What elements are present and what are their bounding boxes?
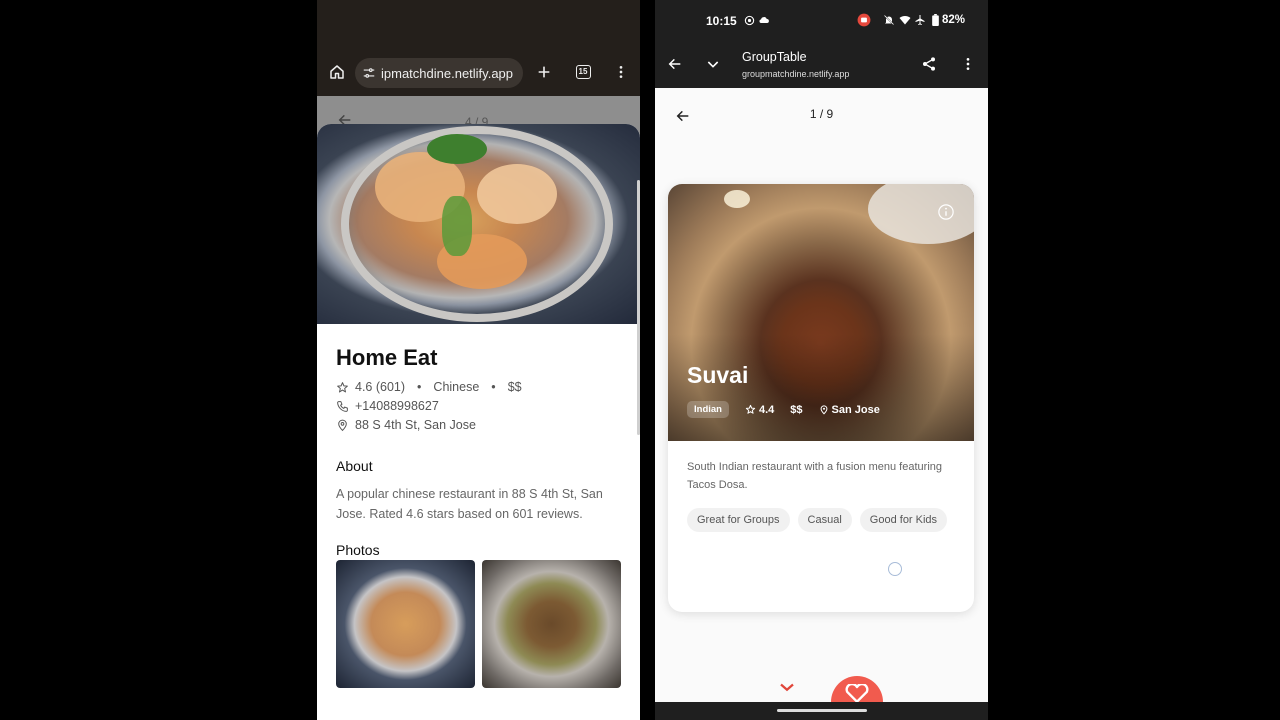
card-counter: 1 / 9 bbox=[809, 107, 834, 121]
photo-thumbnail[interactable] bbox=[336, 560, 475, 688]
loading-spinner bbox=[888, 562, 902, 576]
cuisine-text: Chinese bbox=[433, 380, 480, 394]
scrollbar[interactable] bbox=[637, 180, 640, 435]
about-text: A popular chinese restaurant in 88 S 4th… bbox=[336, 487, 603, 521]
star-icon bbox=[745, 404, 756, 414]
clock: 10:15 bbox=[706, 14, 737, 28]
gesture-handle[interactable] bbox=[777, 709, 867, 712]
phone-text[interactable]: +14088998627 bbox=[355, 399, 439, 413]
restaurant-hero-image bbox=[317, 124, 640, 324]
location-pin-icon bbox=[336, 419, 349, 432]
address-bar-url: ipmatchdine.netlify.app bbox=[381, 65, 514, 81]
card-rating: 4.4 bbox=[745, 404, 774, 416]
close-icon bbox=[780, 683, 794, 692]
rating-text: 4.6 (601) bbox=[355, 380, 406, 394]
screen-record-icon bbox=[857, 13, 871, 27]
tag-chip: Casual bbox=[797, 508, 852, 532]
rating-row: 4.6 (601) • Chinese • $$ bbox=[336, 380, 626, 394]
photo-thumbnail[interactable] bbox=[482, 560, 621, 688]
left-phone-screen: ipmatchdine.netlify.app 15 4 / 9 Home Ea… bbox=[317, 0, 640, 720]
swipe-page: 1 / 9 Suvai Indian 4.4 $$ San Jose South… bbox=[655, 88, 988, 720]
left-browser-toolbar: ipmatchdine.netlify.app 15 bbox=[317, 48, 640, 96]
address-text[interactable]: 88 S 4th St, San Jose bbox=[355, 418, 476, 432]
share-icon[interactable] bbox=[919, 54, 939, 74]
plus-icon[interactable] bbox=[532, 60, 556, 84]
arrow-back-icon[interactable] bbox=[665, 54, 685, 74]
card-location-text: San Jose bbox=[831, 403, 880, 416]
mute-icon bbox=[883, 14, 895, 26]
restaurant-card[interactable]: Suvai Indian 4.4 $$ San Jose South India… bbox=[668, 184, 974, 612]
address-bar[interactable]: ipmatchdine.netlify.app bbox=[355, 58, 523, 88]
card-description: South Indian restaurant with a fusion me… bbox=[687, 461, 942, 491]
price-text: $$ bbox=[507, 380, 522, 394]
home-icon[interactable] bbox=[325, 60, 349, 84]
app-url: groupmatchdine.netlify.app bbox=[742, 69, 850, 79]
airplane-icon bbox=[914, 14, 926, 26]
tab-switcher-icon[interactable]: 15 bbox=[571, 60, 595, 84]
battery-percent: 82% bbox=[942, 14, 966, 26]
tab-count: 15 bbox=[575, 65, 591, 79]
tag-chip: Great for Groups bbox=[687, 508, 790, 532]
info-icon[interactable] bbox=[937, 203, 955, 221]
right-status-bar: 10:15 82% bbox=[655, 0, 988, 42]
separator-dot: • bbox=[417, 380, 422, 394]
star-icon bbox=[336, 381, 349, 394]
tag-list: Great for Groups Casual Good for Kids bbox=[687, 508, 948, 532]
more-vert-icon[interactable] bbox=[958, 54, 978, 74]
custom-tab-toolbar: GroupTable groupmatchdine.netlify.app bbox=[655, 42, 988, 88]
about-heading: About bbox=[336, 458, 373, 474]
tag-chip: Good for Kids bbox=[859, 508, 948, 532]
left-status-bar bbox=[317, 0, 640, 48]
card-restaurant-name: Suvai bbox=[687, 362, 749, 388]
card-rating-text: 4.4 bbox=[758, 403, 775, 416]
tune-icon[interactable] bbox=[361, 65, 377, 81]
photos-gallery bbox=[336, 560, 626, 688]
phone-row[interactable]: +14088998627 bbox=[336, 399, 626, 413]
cloud-icon bbox=[758, 14, 770, 26]
card-meta-row: Indian 4.4 $$ San Jose bbox=[687, 401, 880, 418]
cuisine-chip: Indian bbox=[687, 401, 729, 418]
right-phone-screen: 10:15 82% GroupTable groupmatchdine.netl… bbox=[655, 0, 988, 720]
address-row[interactable]: 88 S 4th St, San Jose bbox=[336, 418, 626, 432]
chevron-down-icon[interactable] bbox=[703, 54, 723, 74]
navigation-bar bbox=[655, 702, 988, 720]
restaurant-info: Home Eat 4.6 (601) • Chinese • $$ +14088… bbox=[336, 344, 626, 688]
phone-icon bbox=[336, 400, 349, 413]
card-price: $$ bbox=[790, 403, 803, 416]
heart-icon bbox=[845, 684, 869, 702]
card-location: San Jose bbox=[819, 404, 880, 416]
location-pin-icon bbox=[820, 404, 827, 414]
wifi-icon bbox=[899, 14, 911, 26]
separator-dot: • bbox=[491, 380, 496, 394]
photos-heading: Photos bbox=[336, 542, 380, 558]
record-icon bbox=[743, 14, 755, 26]
app-title: GroupTable bbox=[742, 50, 807, 64]
battery-icon bbox=[931, 14, 939, 26]
more-vert-icon[interactable] bbox=[609, 60, 633, 84]
restaurant-name: Home Eat bbox=[336, 345, 438, 370]
restaurant-detail-sheet: Home Eat 4.6 (601) • Chinese • $$ +14088… bbox=[317, 124, 640, 720]
